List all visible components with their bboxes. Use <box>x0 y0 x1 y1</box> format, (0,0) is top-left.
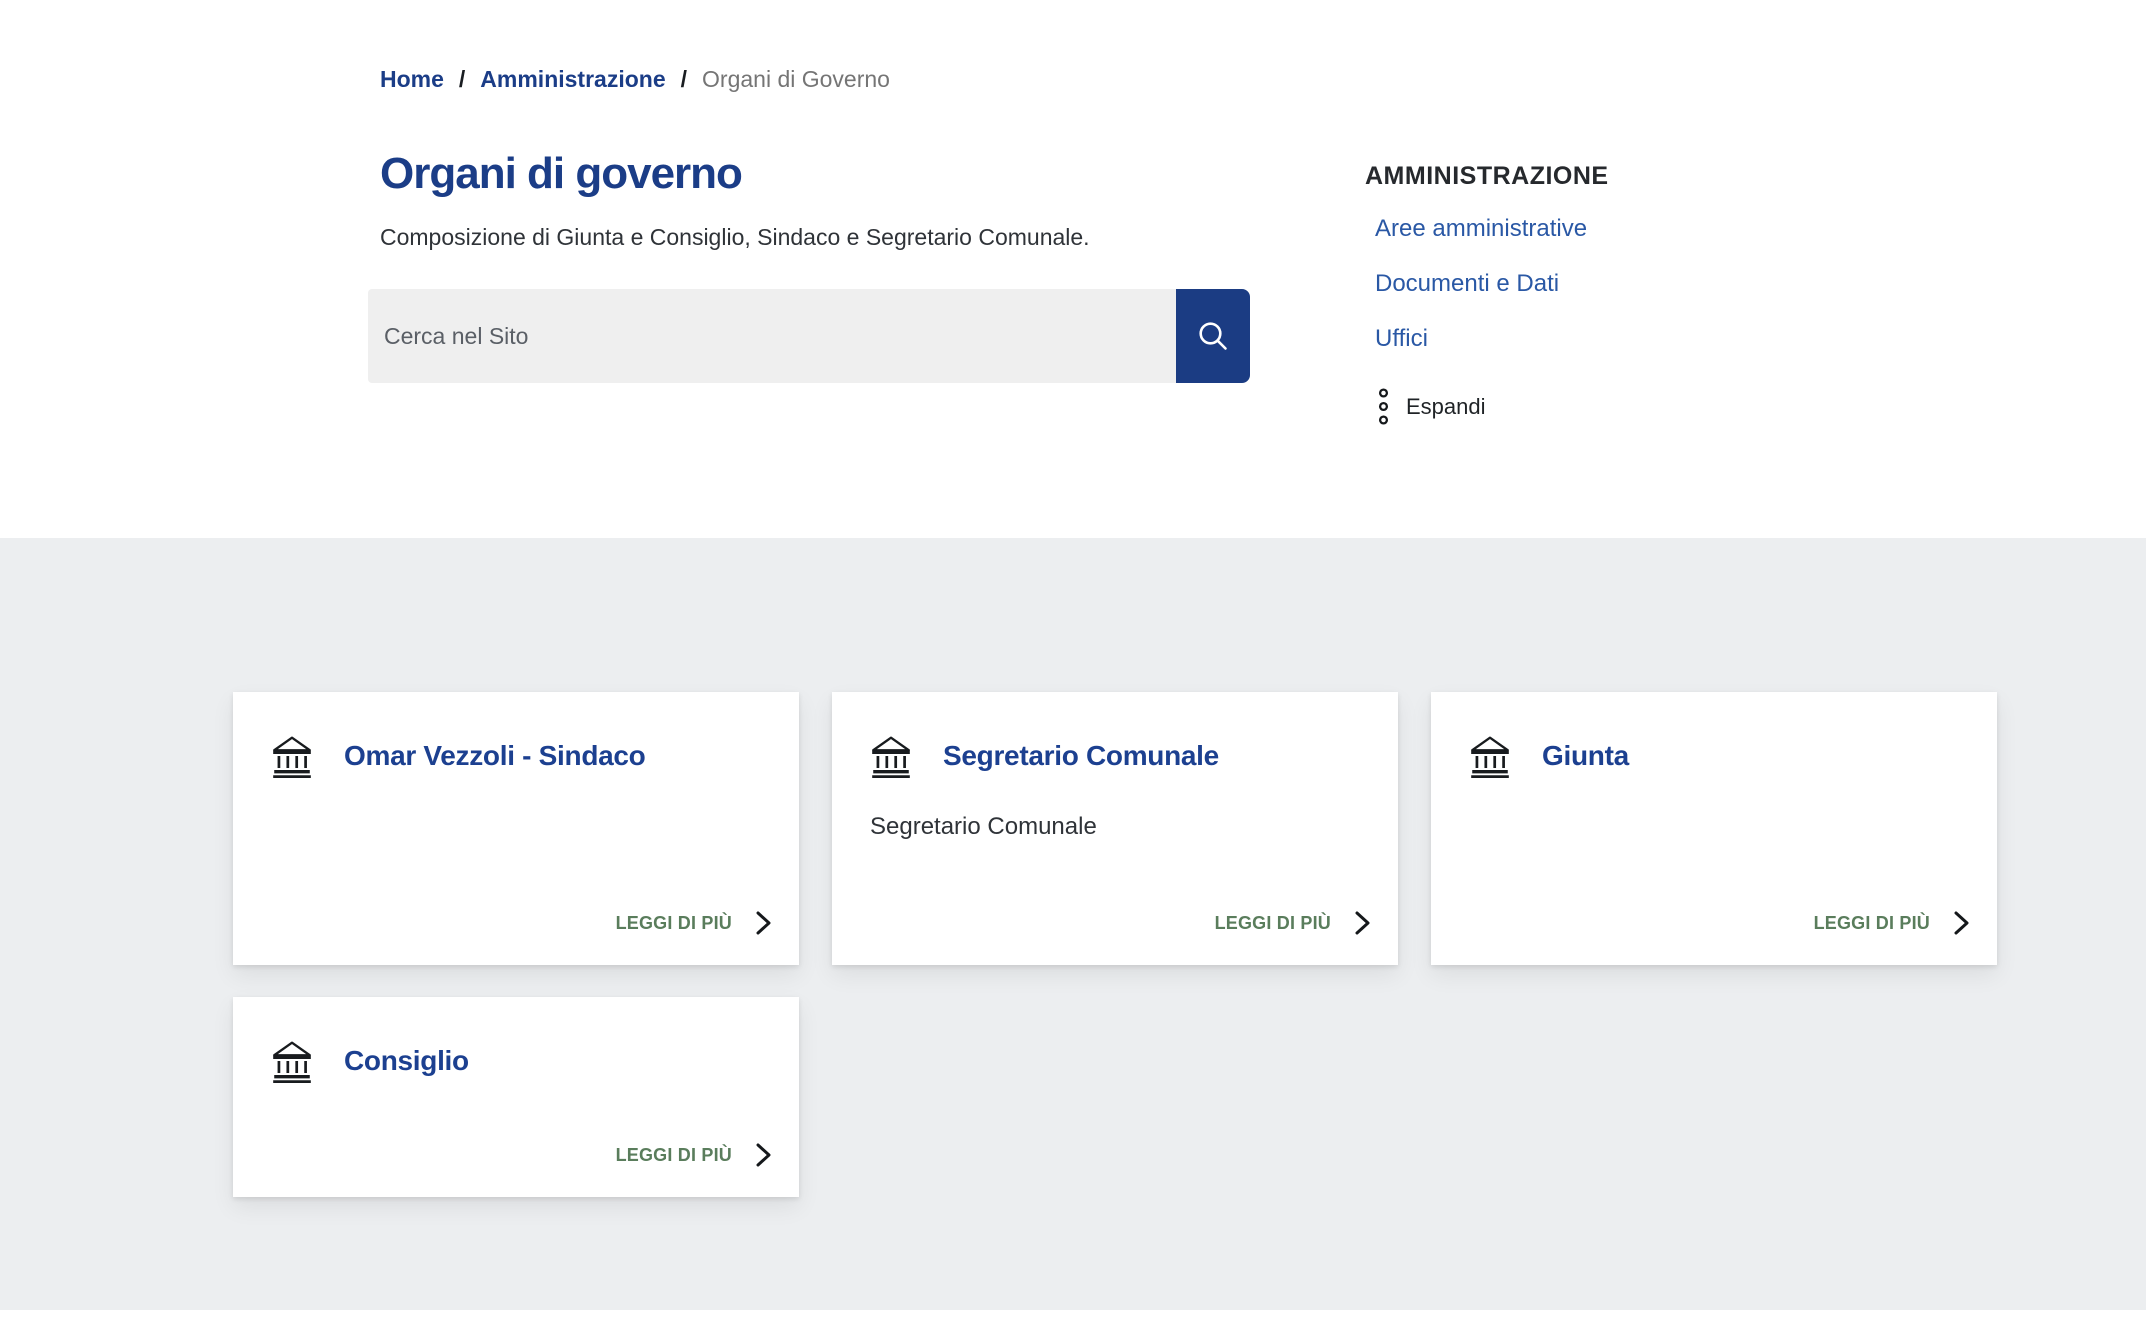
page-subtitle: Composizione di Giunta e Consiglio, Sind… <box>380 223 1250 252</box>
card-giunta: Giunta LEGGI DI PIÙ <box>1431 692 1997 965</box>
cards-grid: Omar Vezzoli - Sindaco LEGGI DI PIÙ <box>233 692 1999 1197</box>
chevron-right-icon <box>753 909 773 937</box>
read-more-label: LEGGI DI PIÙ <box>616 913 732 934</box>
card-sindaco: Omar Vezzoli - Sindaco LEGGI DI PIÙ <box>233 692 799 965</box>
sidebar-item-aree-amministrative[interactable]: Aree amministrative <box>1375 215 1587 242</box>
chevron-right-icon <box>1352 909 1372 937</box>
government-bodies-section: Omar Vezzoli - Sindaco LEGGI DI PIÙ <box>0 538 2146 1310</box>
read-more-label: LEGGI DI PIÙ <box>616 1145 732 1166</box>
kebab-menu-icon <box>1378 388 1389 425</box>
amministrazione-sidebar: AMMINISTRAZIONE Aree amministrative Docu… <box>1365 66 1609 425</box>
card-segretario-comunale: Segretario Comunale Segretario Comunale … <box>832 692 1398 965</box>
sidebar-item-uffici[interactable]: Uffici <box>1375 325 1428 352</box>
search-input[interactable] <box>368 289 1176 383</box>
page-header-section: Home / Amministrazione / Organi di Gover… <box>0 0 2146 538</box>
landmark-icon <box>1467 734 1513 778</box>
read-more-link[interactable]: LEGGI DI PIÙ <box>269 1141 773 1169</box>
sidebar-item-documenti-e-dati[interactable]: Documenti e Dati <box>1375 270 1559 297</box>
breadcrumb-current-page: Organi di Governo <box>702 66 890 93</box>
breadcrumb-link-amministrazione[interactable]: Amministrazione <box>480 66 665 93</box>
chevron-right-icon <box>1951 909 1971 937</box>
breadcrumb-link-home[interactable]: Home <box>380 66 444 93</box>
breadcrumb: Home / Amministrazione / Organi di Gover… <box>380 66 1250 93</box>
read-more-link[interactable]: LEGGI DI PIÙ <box>1467 909 1971 937</box>
read-more-label: LEGGI DI PIÙ <box>1814 913 1930 934</box>
landmark-icon <box>269 734 315 778</box>
card-title-link[interactable]: Giunta <box>1542 740 1629 772</box>
read-more-link[interactable]: LEGGI DI PIÙ <box>269 909 773 937</box>
card-title-link[interactable]: Segretario Comunale <box>943 740 1219 772</box>
card-title-link[interactable]: Consiglio <box>344 1045 469 1077</box>
site-search <box>368 289 1250 383</box>
sidebar-heading: AMMINISTRAZIONE <box>1365 162 1609 191</box>
breadcrumb-separator: / <box>459 66 465 93</box>
breadcrumb-separator: / <box>681 66 687 93</box>
search-icon <box>1195 318 1231 354</box>
read-more-link[interactable]: LEGGI DI PIÙ <box>868 909 1372 937</box>
search-button[interactable] <box>1176 289 1250 383</box>
card-title-link[interactable]: Omar Vezzoli - Sindaco <box>344 740 645 772</box>
read-more-label: LEGGI DI PIÙ <box>1215 913 1331 934</box>
chevron-right-icon <box>753 1141 773 1169</box>
expand-label: Espandi <box>1406 394 1486 420</box>
landmark-icon <box>269 1039 315 1083</box>
sidebar-links: Aree amministrative Documenti e Dati Uff… <box>1375 214 1609 356</box>
landmark-icon <box>868 734 914 778</box>
expand-button[interactable]: Espandi <box>1378 388 1486 425</box>
card-consiglio: Consiglio LEGGI DI PIÙ <box>233 997 799 1197</box>
card-description: Segretario Comunale <box>870 812 1372 842</box>
page-title: Organi di governo <box>380 150 1250 198</box>
